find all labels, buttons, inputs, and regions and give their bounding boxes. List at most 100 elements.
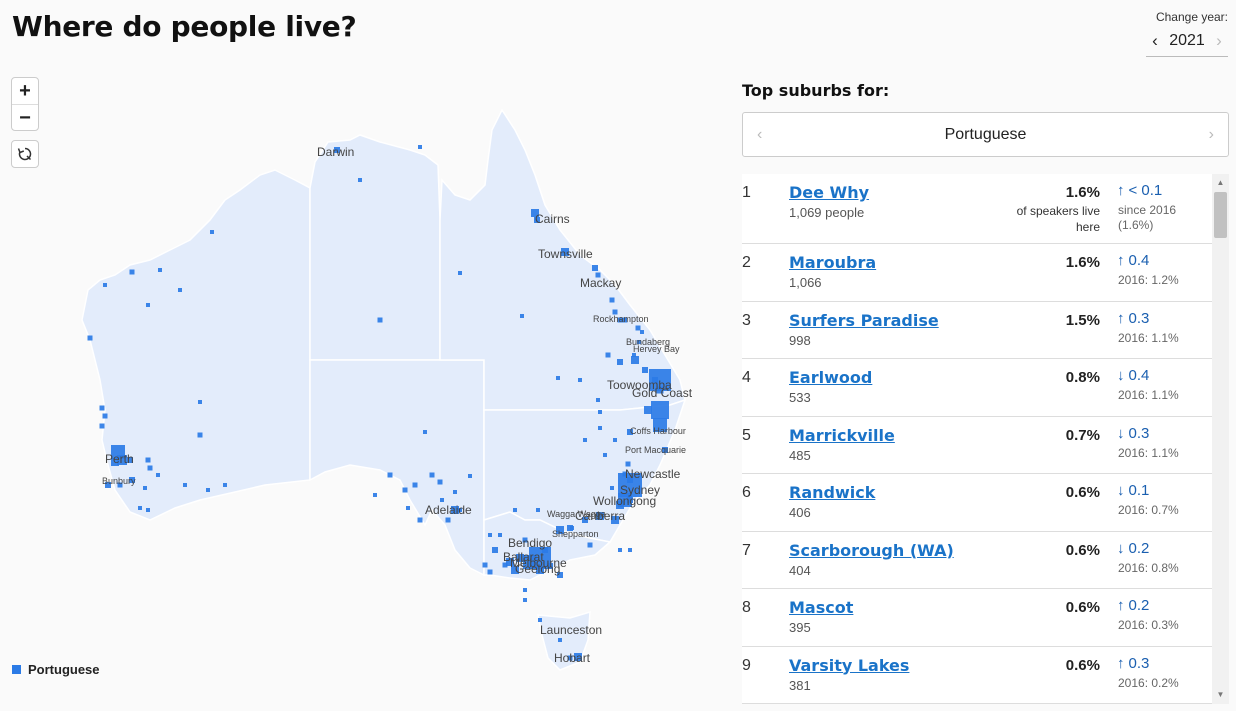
change-arrow-icon: ↓: [1117, 367, 1125, 384]
speaker-dot: [617, 359, 623, 365]
suburb-row: 8 Mascot 395 0.6% ↑ 0.2 2016: 0.3%: [742, 589, 1212, 647]
speaker-dot: [513, 508, 517, 512]
scroll-up-arrow-icon[interactable]: ▲: [1212, 176, 1229, 190]
suburb-count: 406: [789, 505, 811, 520]
suburb-row: 6 Randwick 406 0.6% ↓ 0.1 2016: 0.7%: [742, 474, 1212, 532]
suburb-rank: 3: [742, 311, 751, 329]
language-selector[interactable]: ‹ Portuguese ›: [742, 112, 1229, 157]
speaker-dot: [556, 376, 560, 380]
suburb-percent: 0.8%: [1065, 369, 1100, 386]
suburb-percent: 1.6%: [1065, 184, 1100, 201]
suburb-rank: 5: [742, 426, 751, 444]
suburb-count: 998: [789, 332, 811, 348]
since-note: 2016: 1.1%: [1118, 330, 1179, 345]
city-label: Geelong: [515, 562, 560, 576]
chevron-right-icon[interactable]: ›: [1210, 31, 1228, 51]
suburb-row: 1 Dee Why 1,069 people 1.6% of speakers live…: [742, 174, 1212, 244]
speaker-dot: [158, 268, 162, 272]
change-arrow-icon: ↑: [1117, 597, 1125, 614]
speaker-dot: [583, 438, 587, 442]
zoom-out-button[interactable]: −: [12, 104, 38, 130]
speaker-dot: [482, 562, 488, 568]
city-label: Adelaide: [425, 503, 472, 517]
states: [81, 108, 687, 671]
suburb-link[interactable]: Surfers Paradise: [789, 311, 939, 330]
suburb-percent: 1.6%: [1065, 254, 1100, 271]
city-label: Bunbury: [102, 476, 136, 486]
speaker-dot: [406, 506, 410, 510]
city-label: Wollongong: [593, 494, 656, 508]
suburb-link[interactable]: Maroubra: [789, 253, 876, 272]
speaker-dot: [603, 453, 607, 457]
speaker-dot: [498, 533, 502, 537]
change-value: ↑ 0.4: [1117, 252, 1149, 269]
speaker-dot: [523, 598, 527, 602]
city-label: Perth: [105, 452, 134, 466]
suburb-count: 395: [789, 620, 811, 635]
chevron-right-icon[interactable]: ›: [1209, 126, 1214, 144]
since-note: 2016: 1.1%: [1118, 445, 1179, 460]
speaker-dot: [492, 547, 498, 553]
speaker-dot: [642, 367, 648, 373]
speaker-dot: [536, 508, 540, 512]
change-amount: < 0.1: [1128, 182, 1163, 199]
suburb-link[interactable]: Varsity Lakes: [789, 656, 909, 675]
suburb-percent: 0.6%: [1065, 656, 1100, 674]
suburb-link[interactable]: Earlwood: [789, 368, 872, 387]
speaker-dot: [437, 479, 443, 485]
speaker-dot: [625, 461, 631, 467]
speaker-dot: [487, 569, 493, 575]
speaker-dot: [429, 472, 435, 478]
suburb-rank: 1: [742, 184, 751, 201]
suburb-row: 3 Surfers Paradise 998 1.5% ↑ 0.3 2016: 1.1%: [742, 302, 1212, 359]
city-label: Darwin: [317, 145, 354, 159]
since-note: 2016: 0.2%: [1118, 675, 1179, 690]
suburb-row: 9 Varsity Lakes 381 0.6% ↑ 0.3 2016: 0.2%: [742, 647, 1212, 704]
speaker-dot: [605, 352, 611, 358]
city-label: Hobart: [554, 651, 591, 665]
suburb-row: 5 Marrickville 485 0.7% ↓ 0.3 2016: 1.1%: [742, 417, 1212, 474]
scroll-thumb[interactable]: [1214, 192, 1227, 238]
speaker-dot: [458, 271, 462, 275]
city-label: Wagga Wagga: [547, 509, 606, 519]
speaker-dot: [146, 303, 150, 307]
speaker-dot: [156, 473, 160, 477]
zoom-in-button[interactable]: +: [12, 78, 38, 104]
reset-view-button[interactable]: [11, 140, 39, 168]
suburb-link[interactable]: Randwick: [789, 483, 875, 502]
speaker-dot: [488, 533, 492, 537]
suburb-count: 1,066: [789, 275, 822, 290]
chevron-left-icon[interactable]: ‹: [1146, 31, 1164, 51]
scroll-down-arrow-icon[interactable]: ▼: [1212, 688, 1229, 702]
speaker-dot: [412, 482, 418, 488]
state-sa: [309, 359, 485, 577]
change-arrow-icon: ↑: [1117, 654, 1125, 672]
suburb-link[interactable]: Mascot: [789, 598, 853, 617]
speaker-dot: [99, 405, 105, 411]
speaker-dot: [558, 638, 562, 642]
suburb-percent: 0.6%: [1065, 484, 1100, 501]
speaker-dot: [445, 517, 451, 523]
page: Where do people live? Change year: ‹ 202…: [0, 0, 1236, 711]
speaker-dot: [440, 498, 444, 502]
suburb-link[interactable]: Dee Why: [789, 183, 869, 202]
scrollbar[interactable]: ▲ ▼: [1212, 174, 1229, 704]
city-label: Hervey Bay: [633, 344, 680, 354]
chevron-left-icon[interactable]: ‹: [757, 126, 762, 144]
change-amount: 0.3: [1128, 424, 1150, 442]
suburb-list: 1 Dee Why 1,069 people 1.6% of speakers live…: [742, 174, 1212, 704]
suburb-count: 533: [789, 390, 811, 405]
speaker-dot: [387, 472, 393, 478]
year-value: 2021: [1169, 31, 1205, 49]
speaker-dot: [468, 474, 472, 478]
suburb-link[interactable]: Marrickville: [789, 426, 895, 445]
speaker-dot: [373, 493, 377, 497]
change-value: ↑ 0.3: [1117, 310, 1149, 327]
year-selector: Change year: ‹ 2021 ›: [1146, 10, 1228, 57]
australia-map[interactable]: Darwin Cairns Townsville Mackay Rockhampton B…: [60, 80, 720, 680]
map[interactable]: Darwin Cairns Townsville Mackay Rockhampton B…: [60, 80, 720, 680]
suburb-row: 2 Maroubra 1,066 1.6% ↑ 0.4 2016: 1.2%: [742, 244, 1212, 302]
suburb-count: 404: [789, 562, 811, 578]
change-value: ↓ 0.3: [1117, 425, 1149, 442]
suburb-link[interactable]: Scarborough (WA): [789, 541, 954, 560]
